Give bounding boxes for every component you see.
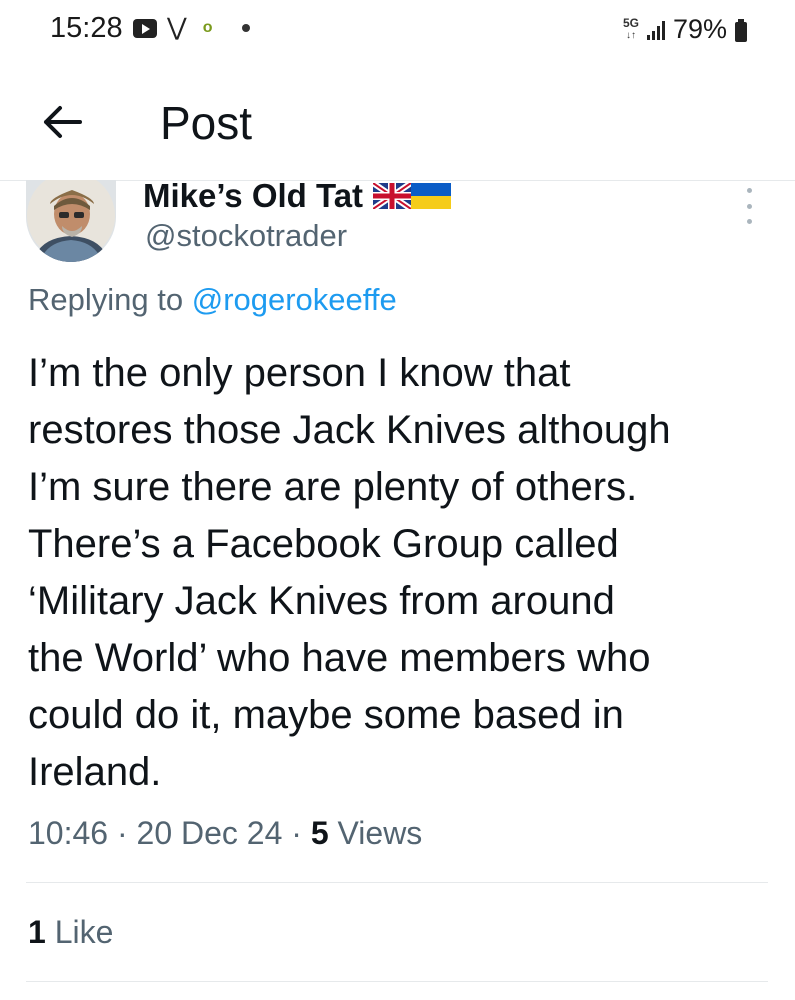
post-text-line: There’s a Facebook Group called (28, 522, 619, 566)
network-label: 5G (622, 16, 639, 30)
status-notification-icons: ⋁ o (133, 14, 251, 41)
views-label[interactable]: Views (338, 815, 423, 851)
name-flags (373, 183, 452, 209)
views-count[interactable]: 5 (311, 815, 329, 851)
status-system-icons: 5G ↓↑ 79% (623, 14, 747, 45)
notification-dot-icon (242, 24, 251, 32)
replying-to-prefix: Replying to (28, 282, 184, 317)
post-text-line: I’m sure there are plenty of others. (28, 465, 638, 509)
post-text-line: Ireland. (28, 750, 162, 794)
avatar[interactable] (26, 180, 116, 262)
network-type: 5G ↓↑ (622, 16, 639, 41)
divider (26, 981, 768, 982)
author-name-row[interactable]: Mike’s Old Tat (143, 168, 452, 216)
likes-label[interactable]: Like (55, 914, 114, 950)
replying-to-line: Replying to @rogerokeeffe (28, 282, 397, 318)
meta-separator: · (291, 815, 302, 851)
ukraine-flag-icon (411, 183, 452, 209)
youtube-icon (133, 18, 157, 38)
arrow-left-icon (44, 106, 82, 138)
o-app-icon: o (202, 19, 213, 36)
post-text-line: could do it, maybe some based in (28, 693, 624, 737)
page-title: Post (160, 97, 253, 149)
post-meta: 10:46 · 20 Dec 24 · 5 Views (28, 815, 422, 852)
battery-icon (735, 18, 747, 42)
more-dot (746, 219, 752, 224)
more-options-button[interactable] (740, 188, 758, 224)
top-app-bar: Post (0, 62, 795, 181)
post-text-line: ‘Military Jack Knives from around (28, 579, 615, 623)
back-button[interactable] (40, 102, 84, 142)
status-time: 15:28 (50, 12, 123, 44)
status-bar: 15:28 ⋁ o 5G ↓↑ 79% (0, 0, 795, 62)
more-dot (746, 188, 752, 193)
uk-flag-icon (373, 183, 412, 209)
post-text-line: restores those Jack Knives although (28, 408, 671, 452)
author-handle[interactable]: @stockotrader (145, 218, 347, 254)
signal-icon (646, 20, 665, 40)
post-text-line: I’m the only person I know that (28, 351, 571, 395)
replying-to-user-link[interactable]: @rogerokeeffe (192, 282, 397, 317)
battery-percent: 79% (672, 14, 727, 44)
likes-link[interactable]: 1 Like (28, 914, 113, 951)
divider (26, 882, 768, 883)
post-date[interactable]: 20 Dec 24 (137, 815, 283, 851)
likes-count[interactable]: 1 (28, 914, 46, 950)
avatar-image (26, 180, 116, 262)
post-text: I’m the only person I know that restores… (28, 345, 773, 801)
more-dot (746, 203, 752, 209)
meta-separator: · (116, 815, 128, 851)
author-display-name[interactable]: Mike’s Old Tat (143, 177, 363, 215)
post-text-line: the World’ who have members who (28, 636, 651, 680)
post-time[interactable]: 10:46 (28, 815, 108, 851)
v-app-icon: ⋁ (167, 14, 187, 41)
